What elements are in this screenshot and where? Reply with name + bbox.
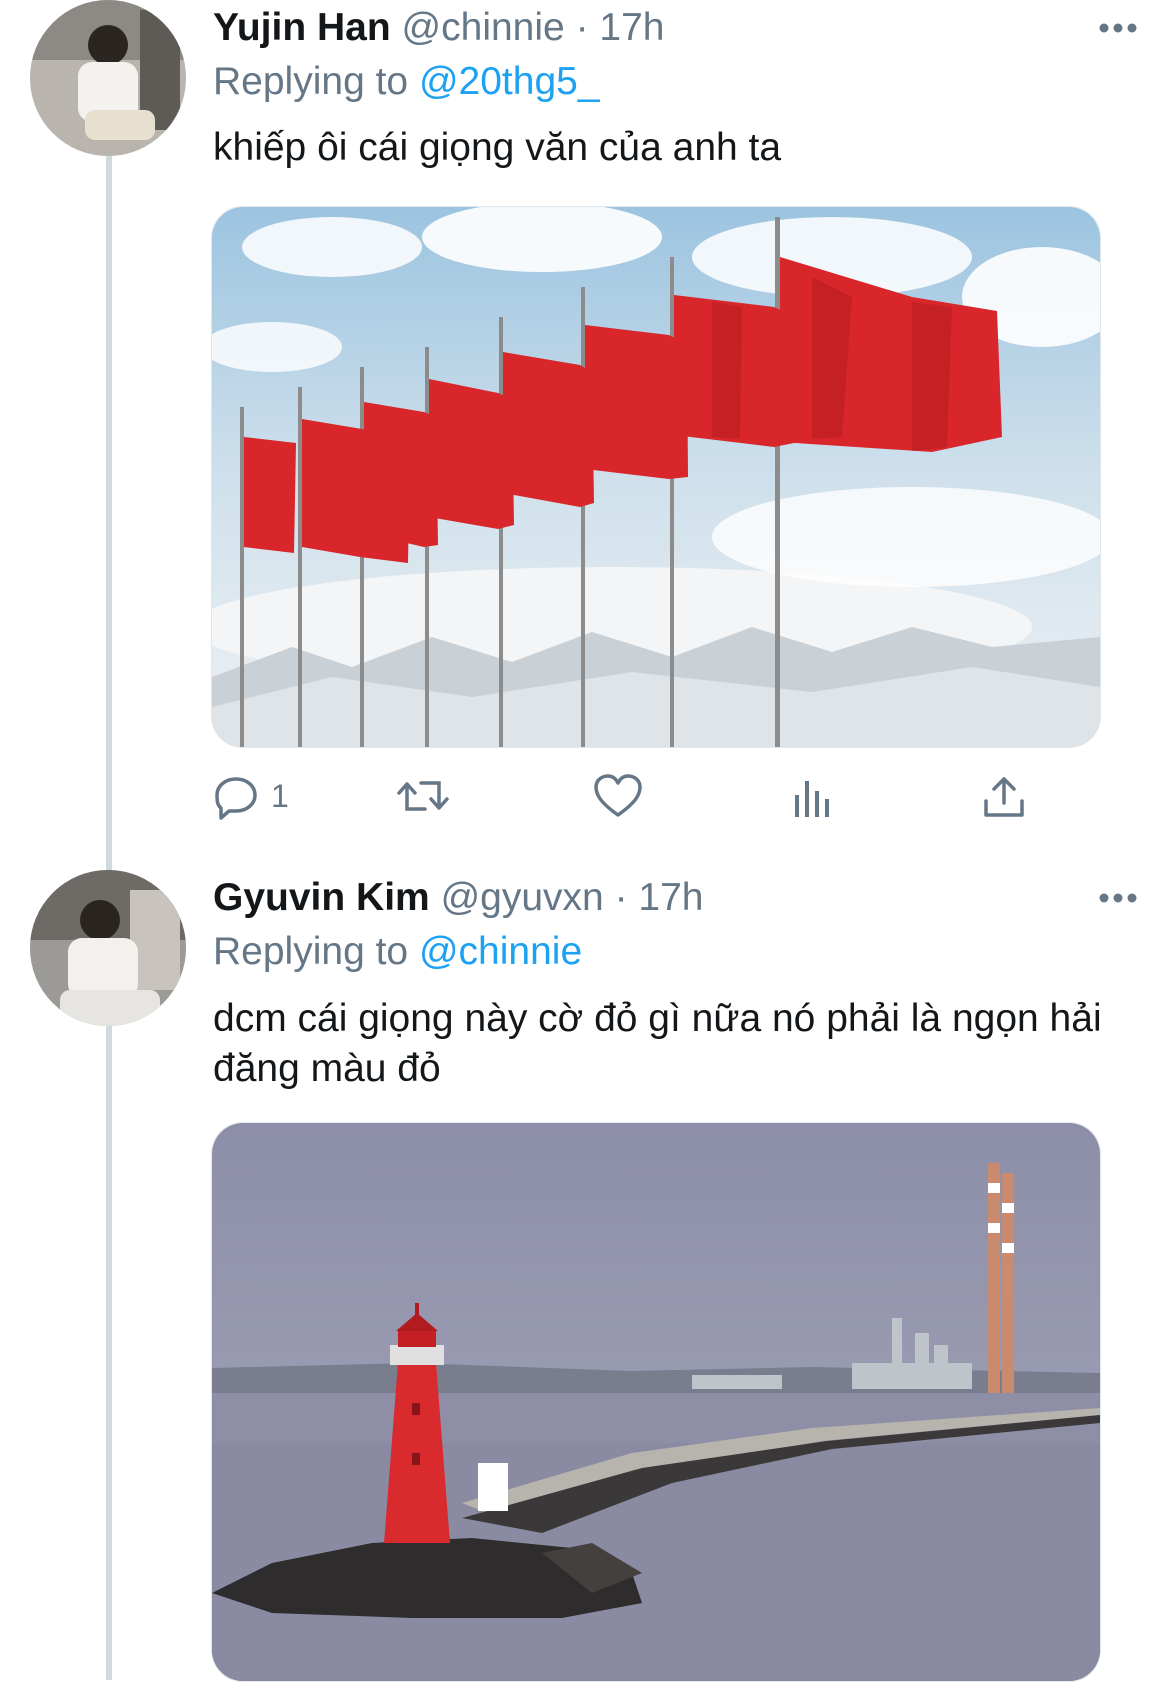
replying-to-label: Replying to (213, 930, 419, 973)
display-name[interactable]: Yujin Han (213, 6, 391, 49)
analytics-button[interactable] (791, 766, 835, 826)
user-handle[interactable]: @gyuvxn (441, 876, 604, 919)
analytics-icon (795, 781, 829, 817)
avatar[interactable] (30, 0, 186, 156)
share-icon (984, 777, 1024, 817)
replying-to-line: Replying to @chinnie (213, 930, 582, 974)
tweet-text: dcm cái giọng này cờ đỏ gì nữa nó phải l… (213, 997, 1102, 1090)
tweet-header: Gyuvin Kim @gyuvxn · 17h (213, 876, 704, 920)
tweet-media-lighthouse[interactable] (211, 1122, 1101, 1682)
tweet-actions: 1 (211, 766, 1071, 826)
reply-count: 1 (271, 777, 289, 814)
timestamp[interactable]: 17h (638, 876, 703, 919)
like-button[interactable] (591, 766, 645, 826)
display-name[interactable]: Gyuvin Kim (213, 876, 430, 919)
separator-dot: · (575, 6, 589, 49)
replying-to-mention[interactable]: @20thg5_ (419, 60, 600, 103)
replying-to-mention[interactable]: @chinnie (419, 930, 582, 973)
tweet-header: Yujin Han @chinnie · 17h (213, 6, 665, 50)
red-lighthouse-photo-icon (212, 1123, 1100, 1681)
retweet-button[interactable] (395, 766, 451, 826)
heart-icon (594, 774, 642, 817)
user-handle[interactable]: @chinnie (402, 6, 565, 49)
replying-to-line: Replying to @20thg5_ (213, 60, 600, 104)
reply-icon (215, 777, 257, 820)
more-options-icon[interactable] (1096, 888, 1140, 908)
red-flags-photo-icon (212, 207, 1100, 747)
more-options-icon[interactable] (1096, 18, 1140, 38)
separator-dot: · (614, 876, 628, 919)
share-button[interactable] (981, 766, 1027, 826)
tweet-media-red-flags[interactable] (211, 206, 1101, 748)
avatar[interactable] (30, 870, 186, 1026)
retweet-icon (397, 781, 449, 811)
timestamp[interactable]: 17h (599, 6, 664, 49)
reply-button[interactable]: 1 (211, 766, 289, 826)
replying-to-label: Replying to (213, 60, 419, 103)
tweet-text: khiếp ôi cái giọng văn của anh ta (213, 126, 782, 169)
